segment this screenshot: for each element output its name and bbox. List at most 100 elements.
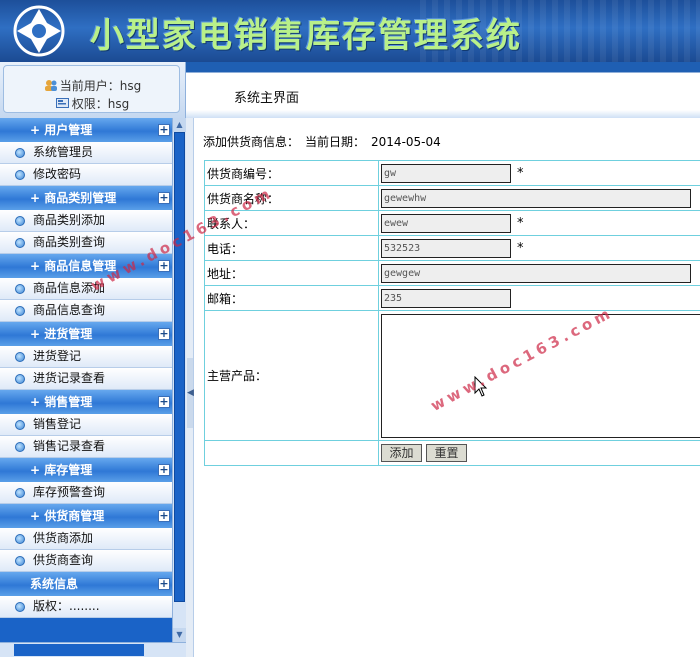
field-label-phone: 电话： bbox=[204, 235, 379, 261]
top-bar: 系统主界面 bbox=[186, 62, 700, 118]
menu-group-label: 销售管理 bbox=[44, 395, 93, 409]
user-panel: 当前用户：hsg 权限：hsg bbox=[0, 62, 186, 118]
bullet-icon bbox=[15, 488, 25, 498]
menu-item-label: 库存预警查询 bbox=[33, 485, 106, 499]
form-title: 添加供货商信息： bbox=[203, 135, 300, 149]
bullet-icon bbox=[15, 284, 25, 294]
menu-group-inventory[interactable]: + 库存管理 + bbox=[0, 458, 172, 482]
menu-item-admin[interactable]: 系统管理员 bbox=[0, 142, 172, 164]
logo-icon bbox=[13, 5, 65, 57]
role-label: 权限：hsg bbox=[71, 97, 130, 111]
menu-item-purchase-records[interactable]: 进货记录查看 bbox=[0, 368, 172, 390]
sidebar-horizontal-scrollbar[interactable] bbox=[0, 642, 186, 657]
expand-icon[interactable]: + bbox=[158, 192, 170, 204]
main-products-textarea[interactable] bbox=[381, 313, 700, 438]
menu-item-label: 供货商查询 bbox=[33, 553, 94, 567]
add-button[interactable]: 添加 bbox=[381, 444, 422, 462]
form-row: 地址： gewgew bbox=[204, 260, 700, 286]
expand-icon[interactable]: + bbox=[158, 328, 170, 340]
menu-group-label: 供货商管理 bbox=[44, 509, 105, 523]
bullet-icon bbox=[15, 602, 25, 612]
menu-item-purchase-register[interactable]: 进货登记 bbox=[0, 346, 172, 368]
phone-input[interactable]: 532523 bbox=[381, 238, 511, 258]
horizontal-scrollbar-thumb[interactable] bbox=[14, 644, 144, 656]
form-row: 供货商编号： gw * bbox=[204, 160, 700, 186]
empty-cell bbox=[204, 440, 379, 466]
role-line: 权限：hsg bbox=[4, 95, 181, 112]
menu-item-sales-records[interactable]: 销售记录查看 bbox=[0, 436, 172, 458]
bullet-icon bbox=[15, 420, 25, 430]
bullet-icon bbox=[15, 352, 25, 362]
expand-icon[interactable]: + bbox=[158, 124, 170, 136]
reset-button[interactable]: 重置 bbox=[426, 444, 467, 462]
menu-group-supplier[interactable]: + 供货商管理 + bbox=[0, 504, 172, 528]
address-input[interactable]: gewgew bbox=[381, 263, 691, 283]
form-row: 联系人： ewew * bbox=[204, 210, 700, 236]
form-row: 供货商名称： gewewhw bbox=[204, 185, 700, 211]
menu-item-label: 供货商添加 bbox=[33, 531, 94, 545]
menu-item-label: 版权：........ bbox=[33, 599, 100, 613]
expand-icon[interactable]: + bbox=[158, 396, 170, 408]
menu-group-label: 系统信息 bbox=[30, 577, 79, 591]
required-mark: * bbox=[517, 215, 524, 231]
menu-group-label: 商品类别管理 bbox=[44, 191, 117, 205]
expand-icon[interactable]: + bbox=[158, 510, 170, 522]
expand-icon[interactable]: + bbox=[158, 578, 170, 590]
menu-item-category-add[interactable]: 商品类别添加 bbox=[0, 210, 172, 232]
bullet-icon bbox=[15, 306, 25, 316]
form-heading: 添加供货商信息： 当前日期： 2014-05-04 bbox=[203, 133, 447, 150]
sidebar-scrollbar[interactable]: ▲ ▼ bbox=[172, 118, 186, 642]
supplier-name-input[interactable]: gewewhw bbox=[381, 188, 691, 208]
menu-group-category[interactable]: + 商品类别管理 + bbox=[0, 186, 172, 210]
collapse-arrow-icon[interactable]: ◀ bbox=[187, 358, 194, 428]
menu-group-purchase[interactable]: + 进货管理 + bbox=[0, 322, 172, 346]
button-cell: 添加 重置 bbox=[378, 440, 700, 466]
expand-icon[interactable]: + bbox=[158, 464, 170, 476]
bullet-icon bbox=[15, 216, 25, 226]
date-value: 2014-05-04 bbox=[371, 135, 441, 149]
current-user-label: 当前用户：hsg bbox=[59, 79, 142, 93]
bullet-icon bbox=[15, 374, 25, 384]
form-row: 邮箱： 235 bbox=[204, 285, 700, 311]
app-title: 小型家电销售库存管理系统 bbox=[90, 16, 522, 56]
scrollbar-thumb[interactable] bbox=[174, 132, 185, 602]
menu-group-label: 进货管理 bbox=[44, 327, 93, 341]
form-row: 电话： 532523 * bbox=[204, 235, 700, 261]
menu-item-supplier-query[interactable]: 供货商查询 bbox=[0, 550, 172, 572]
field-cell bbox=[378, 310, 700, 441]
required-mark: * bbox=[517, 165, 524, 181]
supplier-form: 供货商编号： gw * 供货商名称： gewewhw 联系人： ewew * 电话：… bbox=[204, 160, 700, 466]
email-input[interactable]: 235 bbox=[381, 288, 511, 308]
menu-item-stock-warning[interactable]: 库存预警查询 bbox=[0, 482, 172, 504]
menu-group-sales[interactable]: + 销售管理 + bbox=[0, 390, 172, 414]
menu-group-system-info[interactable]: 系统信息 + bbox=[0, 572, 172, 596]
menu-item-label: 商品信息查询 bbox=[33, 303, 106, 317]
expand-icon[interactable]: + bbox=[158, 260, 170, 272]
sidebar-menu: + 用户管理 + 系统管理员 修改密码 + 商品类别管理 + 商品类别添加 商品类别… bbox=[0, 118, 172, 650]
field-cell: 532523 * bbox=[378, 235, 700, 261]
field-cell: gewgew bbox=[378, 260, 700, 286]
contact-input[interactable]: ewew bbox=[381, 213, 511, 233]
menu-item-product-query[interactable]: 商品信息查询 bbox=[0, 300, 172, 322]
menu-group-user[interactable]: + 用户管理 + bbox=[0, 118, 172, 142]
field-label-main-products: 主营产品： bbox=[204, 310, 379, 441]
form-row: 主营产品： bbox=[204, 310, 700, 441]
menu-item-change-password[interactable]: 修改密码 bbox=[0, 164, 172, 186]
menu-item-label: 销售记录查看 bbox=[33, 439, 106, 453]
menu-item-label: 系统管理员 bbox=[33, 145, 94, 159]
bullet-icon bbox=[15, 238, 25, 248]
bullet-icon bbox=[15, 534, 25, 544]
scroll-up-icon[interactable]: ▲ bbox=[173, 118, 186, 132]
field-cell: 235 bbox=[378, 285, 700, 311]
user-icon bbox=[44, 79, 58, 91]
field-cell: gw * bbox=[378, 160, 700, 186]
required-mark: * bbox=[517, 240, 524, 256]
supplier-id-input[interactable]: gw bbox=[381, 163, 511, 183]
menu-item-label: 销售登记 bbox=[33, 417, 82, 431]
menu-item-label: 修改密码 bbox=[33, 167, 82, 181]
menu-item-supplier-add[interactable]: 供货商添加 bbox=[0, 528, 172, 550]
menu-item-product-add[interactable]: 商品信息添加 bbox=[0, 278, 172, 300]
menu-item-sales-register[interactable]: 销售登记 bbox=[0, 414, 172, 436]
frame-splitter[interactable]: ◀ bbox=[186, 118, 194, 657]
scroll-down-icon[interactable]: ▼ bbox=[173, 628, 186, 642]
